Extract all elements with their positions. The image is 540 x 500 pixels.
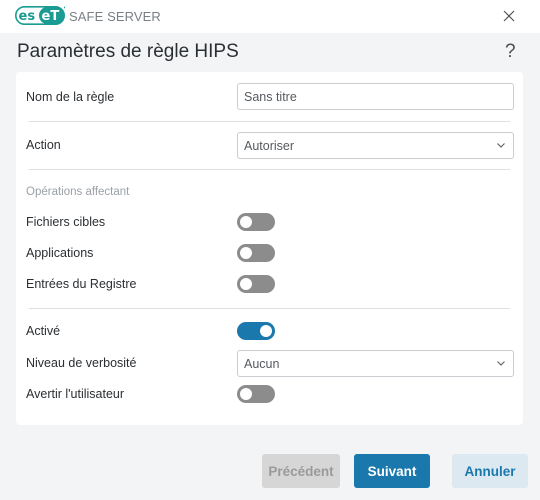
rule-name-label: Nom de la règle xyxy=(26,90,115,104)
title-bar: es eT SAFE SERVER xyxy=(0,0,540,33)
chevron-down-icon xyxy=(497,361,505,366)
enabled-label: Activé xyxy=(26,324,61,338)
operations-section-label: Opérations affectant xyxy=(26,186,130,198)
enabled-toggle[interactable] xyxy=(237,322,275,340)
help-button[interactable]: ? xyxy=(505,41,516,63)
applications-toggle[interactable] xyxy=(237,244,275,262)
close-button[interactable] xyxy=(501,8,517,24)
rule-name-input[interactable] xyxy=(237,83,514,110)
verbosity-selected-value: Aucun xyxy=(244,356,280,371)
action-selected-value: Autoriser xyxy=(244,138,295,153)
target-files-label: Fichiers cibles xyxy=(26,215,106,229)
target-files-toggle[interactable] xyxy=(237,213,275,231)
product-name: SAFE SERVER xyxy=(69,9,161,24)
toggle-knob xyxy=(240,216,252,228)
previous-button: Précédent xyxy=(262,454,340,488)
cancel-button[interactable]: Annuler xyxy=(452,454,528,488)
applications-label: Applications xyxy=(26,246,94,260)
divider xyxy=(29,169,510,170)
close-icon xyxy=(503,10,515,22)
svg-text:es: es xyxy=(19,9,36,24)
svg-text:eT: eT xyxy=(42,9,60,24)
notify-user-toggle[interactable] xyxy=(237,385,275,403)
next-button[interactable]: Suivant xyxy=(354,454,430,488)
notify-user-label: Avertir l'utilisateur xyxy=(26,387,125,401)
eset-logo: es eT xyxy=(15,6,65,25)
registry-entries-label: Entrées du Registre xyxy=(26,277,137,291)
verbosity-label: Niveau de verbosité xyxy=(26,356,137,370)
toggle-knob xyxy=(240,247,252,259)
divider xyxy=(29,121,510,122)
registry-entries-toggle[interactable] xyxy=(237,275,275,293)
toggle-knob xyxy=(240,388,252,400)
chevron-down-icon xyxy=(497,143,505,148)
toggle-knob xyxy=(240,278,252,290)
divider xyxy=(29,308,510,309)
action-select[interactable]: Autoriser xyxy=(237,132,514,159)
verbosity-select[interactable]: Aucun xyxy=(237,350,514,377)
action-label: Action xyxy=(26,138,61,152)
toggle-knob xyxy=(260,325,272,337)
page-title: Paramètres de règle HIPS xyxy=(17,41,239,62)
